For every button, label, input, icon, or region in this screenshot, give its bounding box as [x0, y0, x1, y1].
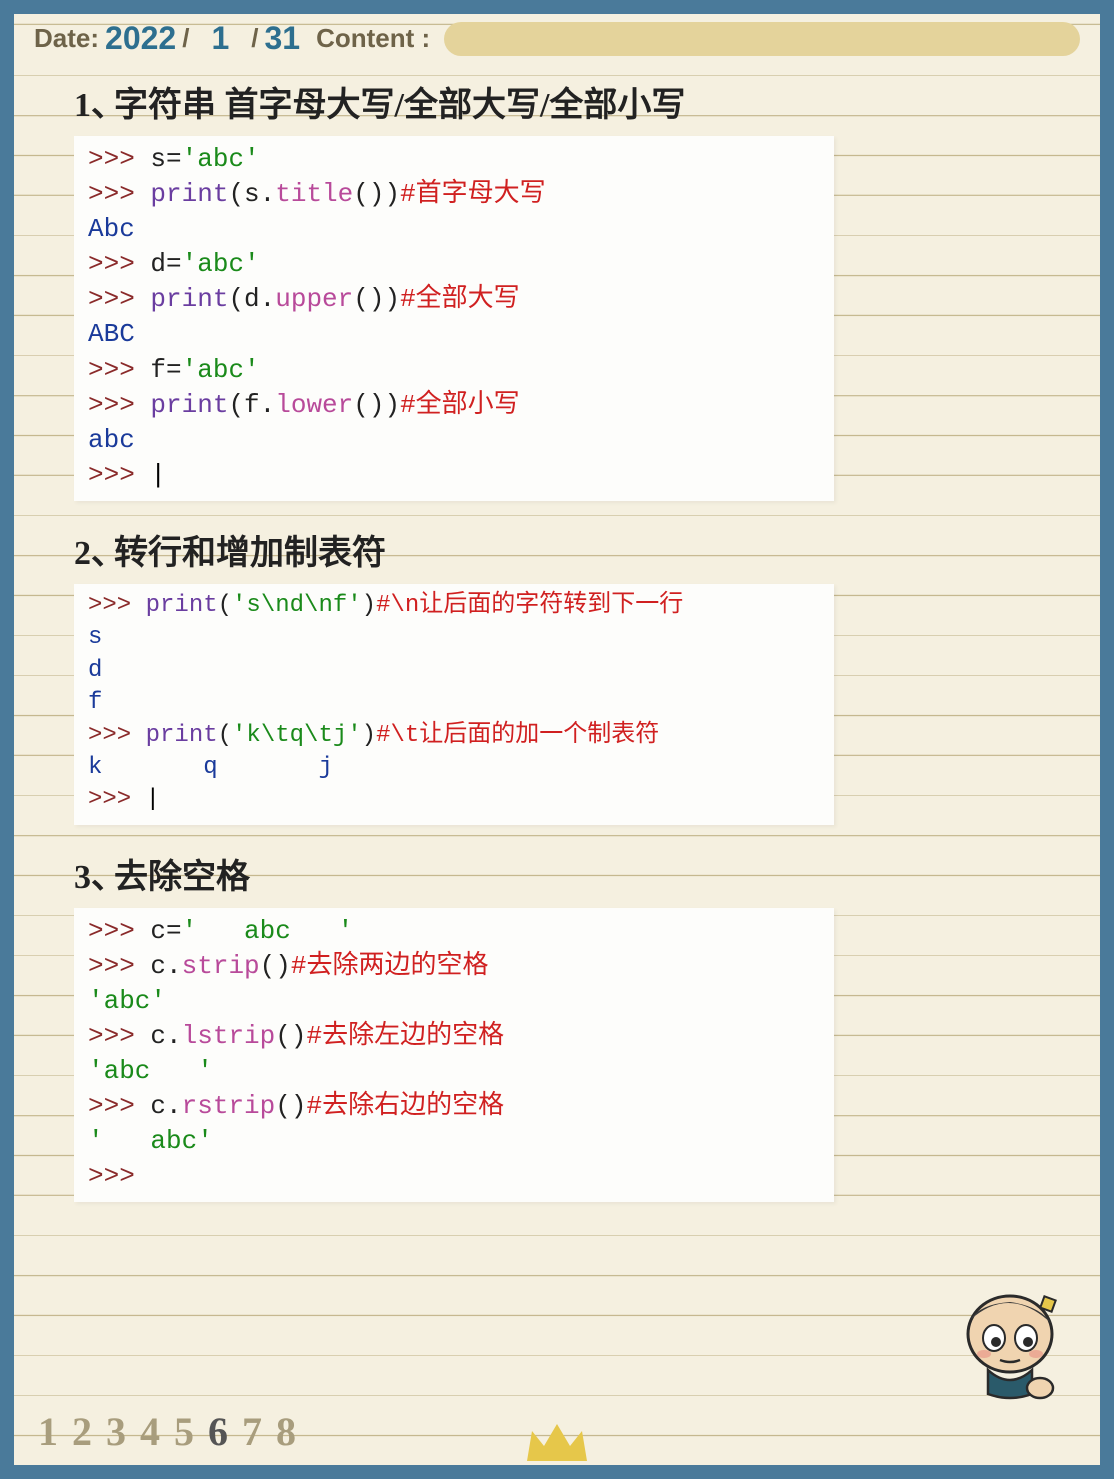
section-3-title: 3、去除空格 — [14, 829, 1100, 904]
section-2-num: 2、 — [74, 525, 114, 574]
code-block-3: >>> c=' abc ' >>> c.strip()#去除两边的空格 'abc… — [74, 908, 834, 1203]
page-5[interactable]: 5 — [174, 1409, 208, 1454]
code-block-1: >>> s='abc' >>> print(s.title())#首字母大写 A… — [74, 136, 834, 501]
page-3[interactable]: 3 — [106, 1409, 140, 1454]
content-field[interactable] — [444, 22, 1080, 56]
date-sep2: / — [251, 23, 258, 54]
notebook-paper: Date: 2022 / 1 / 31 Content : 1、字符串 首字母大… — [14, 14, 1100, 1465]
date-month: 1 — [195, 20, 245, 57]
section-3-num: 3、 — [74, 849, 114, 898]
section-1-num: 1、 — [74, 77, 114, 126]
content-label: Content : — [316, 23, 430, 54]
date-year: 2022 — [105, 20, 176, 57]
section-3-text: 去除空格 — [114, 859, 250, 896]
date-sep1: / — [182, 23, 189, 54]
page-2[interactable]: 2 — [72, 1409, 106, 1454]
character-sticker — [940, 1280, 1070, 1415]
section-1-title: 1、字符串 首字母大写/全部大写/全部小写 — [14, 57, 1100, 132]
date-day: 31 — [264, 20, 300, 57]
page-8[interactable]: 8 — [276, 1409, 310, 1454]
page-7[interactable]: 7 — [242, 1409, 276, 1454]
section-1-text: 字符串 首字母大写/全部大写/全部小写 — [114, 87, 685, 124]
pager: 12345678 — [38, 1408, 310, 1455]
footer: 12345678 — [38, 1408, 1076, 1455]
page-6[interactable]: 6 — [208, 1409, 242, 1454]
header-row: Date: 2022 / 1 / 31 Content : — [14, 14, 1100, 57]
page-1[interactable]: 1 — [38, 1409, 72, 1454]
code-block-2: >>> print('s\nd\nf')#\n让后面的字符转到下一行 s d f… — [74, 584, 834, 825]
date-label: Date: — [34, 23, 99, 54]
section-2-text: 转行和增加制表符 — [114, 535, 386, 572]
page-4[interactable]: 4 — [140, 1409, 174, 1454]
section-2-title: 2、转行和增加制表符 — [14, 505, 1100, 580]
